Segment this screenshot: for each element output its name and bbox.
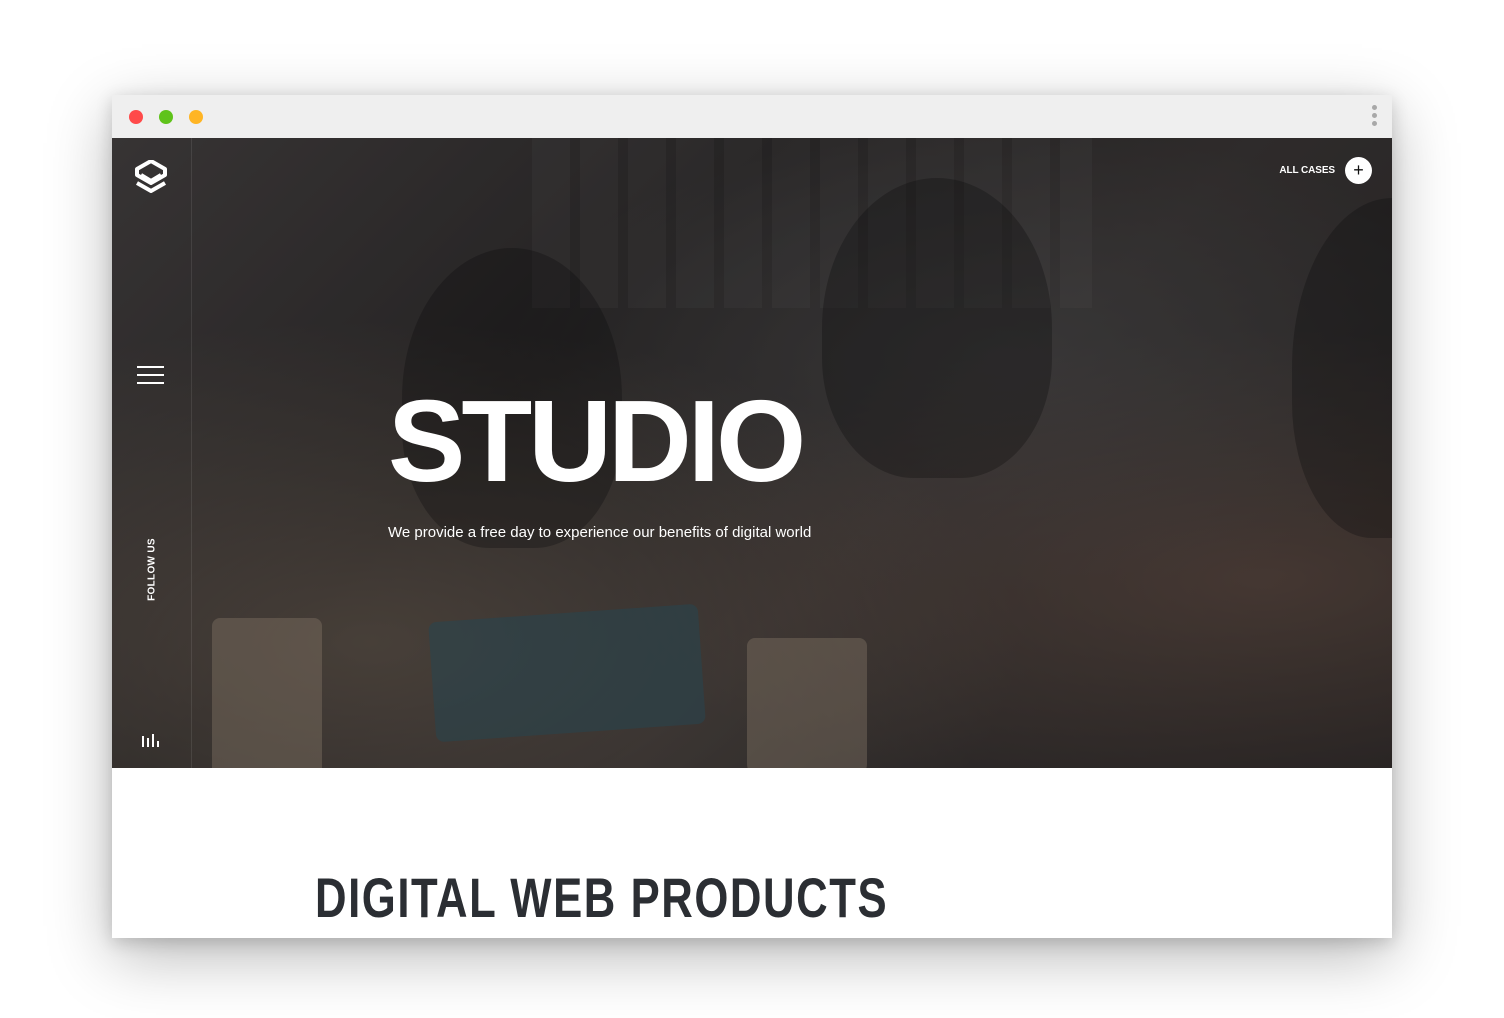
logo-mark-icon[interactable] xyxy=(134,160,168,198)
hero-subtitle: We provide a free day to experience our … xyxy=(388,524,812,541)
background-tablet xyxy=(428,603,706,743)
audio-bars-icon[interactable] xyxy=(141,733,161,747)
background-wall-photos xyxy=(532,138,1092,308)
minimize-window-button[interactable] xyxy=(189,110,203,124)
zoom-window-button[interactable] xyxy=(159,110,173,124)
background-person-right xyxy=(1292,198,1392,538)
hamburger-menu-icon[interactable] xyxy=(137,366,164,386)
hero-title: STUDIO xyxy=(388,376,806,506)
section-heading: DIGITAL WEB PRODUCTS xyxy=(315,866,889,929)
kebab-menu-icon[interactable] xyxy=(1370,105,1378,129)
all-cases-button[interactable]: ALL CASES + xyxy=(1279,156,1372,184)
left-sidebar xyxy=(112,138,192,768)
browser-window: FOLLOW US ALL CASES + STUDIO We provide … xyxy=(112,95,1392,938)
plus-icon: + xyxy=(1345,156,1372,184)
background-person-center xyxy=(822,178,1052,478)
all-cases-label: ALL CASES xyxy=(1279,164,1335,176)
hero-section: FOLLOW US ALL CASES + STUDIO We provide … xyxy=(112,138,1392,768)
background-coffee-cup-left xyxy=(212,618,322,768)
browser-titlebar xyxy=(112,95,1392,138)
close-window-button[interactable] xyxy=(129,110,143,124)
follow-us-label[interactable]: FOLLOW US xyxy=(147,525,158,615)
background-coffee-cup-right xyxy=(747,638,867,768)
